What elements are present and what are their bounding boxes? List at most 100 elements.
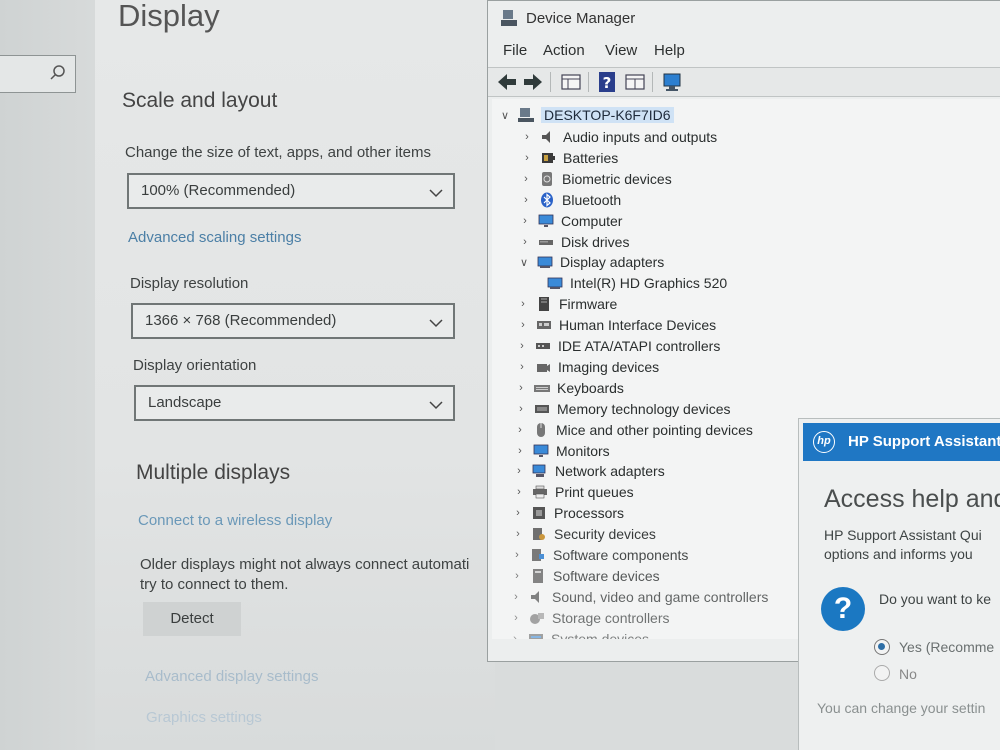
scale-dropdown[interactable]: 100% (Recommended) [127,173,455,209]
chevron-right-icon[interactable]: › [514,403,528,415]
tree-category-item[interactable]: › Audio inputs and outputs [520,127,717,147]
tree-device-item[interactable]: Intel(R) HD Graphics 520 [547,273,727,293]
tree-category-item[interactable]: › Biometric devices [519,169,672,189]
radio-yes[interactable] [874,639,890,655]
option-no-label[interactable]: No [899,666,917,682]
tree-category-item[interactable]: › Processors [511,503,624,523]
chevron-right-icon[interactable]: › [510,549,524,561]
forward-arrow-icon[interactable] [522,71,544,93]
tree-item-label: Sound, video and game controllers [552,589,769,605]
chevron-right-icon[interactable]: › [508,633,522,639]
older-displays-text: Older displays might not always connect … [140,556,470,573]
hp-heading: Access help and [824,485,1000,513]
chevron-right-icon[interactable]: › [515,340,529,352]
older-displays-text-2: try to connect to them. [140,576,289,593]
chevron-right-icon[interactable]: › [520,131,534,143]
tree-category-item[interactable]: › IDE ATA/ATAPI controllers [515,336,720,356]
chevron-right-icon[interactable]: › [510,570,524,582]
tree-category-item[interactable]: › Print queues [512,482,634,502]
tree-category-item[interactable]: › Mice and other pointing devices [513,420,753,440]
chevron-down-icon[interactable]: ∨ [517,256,531,269]
tree-category-item[interactable]: › Memory technology devices [514,399,731,419]
tree-category-item[interactable]: › System devices [508,629,649,639]
properties-grid-icon[interactable] [560,71,582,93]
bluetooth-icon [539,192,555,208]
tree-category-item[interactable]: › Software devices [510,566,659,586]
menu-help[interactable]: Help [654,42,685,59]
radio-no[interactable] [874,665,890,681]
detect-button[interactable]: Detect [143,602,241,636]
back-arrow-icon[interactable] [496,71,518,93]
tree-category-item[interactable]: › Computer [518,211,622,231]
tree-category-item[interactable]: › Keyboards [514,378,624,398]
menu-view[interactable]: View [605,42,637,59]
settings-search-input[interactable] [0,55,76,93]
chevron-right-icon[interactable]: › [516,319,530,331]
advanced-display-link[interactable]: Advanced display settings [145,668,318,685]
tree-category-item[interactable]: › Storage controllers [509,608,670,628]
multiple-displays-heading: Multiple displays [136,461,291,484]
storage-icon [529,610,545,626]
computer-icon [518,107,534,123]
tree-category-item[interactable]: › Disk drives [518,232,629,252]
title-bar[interactable]: Device Manager [488,1,1000,37]
tree-category-item[interactable]: › Batteries [520,148,618,168]
tree-category-item[interactable]: › Security devices [511,524,656,544]
controller-icon [535,338,551,354]
orientation-dropdown[interactable]: Landscape [134,385,455,421]
chevron-right-icon[interactable]: › [518,215,532,227]
chevron-right-icon[interactable]: › [515,361,529,373]
chevron-right-icon[interactable]: › [511,528,525,540]
tree-item-label: Mice and other pointing devices [556,422,753,438]
display-settings-page: Display Scale and layout Change the size… [95,0,495,750]
resolution-dropdown[interactable]: 1366 × 768 (Recommended) [131,303,455,339]
tree-category-item[interactable]: › Human Interface Devices [516,315,716,335]
tree-category-item[interactable]: › Monitors [513,441,610,461]
chevron-right-icon[interactable]: › [513,445,527,457]
chevron-right-icon[interactable]: › [512,486,526,498]
display-adapter-icon [537,254,553,270]
chevron-right-icon[interactable]: › [509,591,523,603]
menu-file[interactable]: File [503,42,527,59]
chevron-right-icon[interactable]: › [519,173,533,185]
tree-category-item[interactable]: › Sound, video and game controllers [509,587,768,607]
resolution-value: 1366 × 768 (Recommended) [145,312,337,329]
tree-category-item[interactable]: › Imaging devices [515,357,659,377]
tree-category-item[interactable]: › Firmware [516,294,617,314]
chevron-down-icon[interactable]: ∨ [498,109,512,122]
tree-item-label: Storage controllers [552,610,670,626]
chevron-right-icon[interactable]: › [514,382,528,394]
software-device-icon [530,568,546,584]
advanced-scaling-link[interactable]: Advanced scaling settings [128,229,301,246]
tree-category-item[interactable]: › Bluetooth [519,190,621,210]
chevron-right-icon[interactable]: › [518,236,532,248]
wireless-display-link[interactable]: Connect to a wireless display [138,512,332,529]
tree-category-item[interactable]: › Network adapters [512,461,665,481]
chevron-right-icon[interactable]: › [509,612,523,624]
window-title: Device Manager [526,10,636,27]
tree-category-item[interactable]: › Software components [510,545,688,565]
help-icon[interactable]: ? [596,71,618,93]
chevron-down-icon [429,185,443,202]
menu-action[interactable]: Action [543,42,585,59]
view-grid-icon[interactable] [624,71,646,93]
tree-item-label: Display adapters [560,254,665,270]
chevron-right-icon[interactable]: › [513,424,527,436]
option-yes-label[interactable]: Yes (Recomme [899,639,994,655]
tree-category-item[interactable]: ∨ Display adapters [517,252,664,272]
tree-root[interactable]: ∨ DESKTOP-K6F7ID6 [498,105,674,125]
hp-title: HP Support Assistant [848,433,1000,450]
toolbar-separator [550,72,551,92]
tree-item-label: Print queues [555,484,634,500]
tree-item-label: Memory technology devices [557,401,731,417]
chevron-right-icon[interactable]: › [519,194,533,206]
chip-icon [536,296,552,312]
chevron-right-icon[interactable]: › [512,465,526,477]
chevron-right-icon[interactable]: › [516,298,530,310]
scan-hardware-icon[interactable] [662,71,684,93]
hp-logo-icon: hp [813,431,835,453]
chevron-down-icon [429,315,443,332]
chevron-right-icon[interactable]: › [520,152,534,164]
chevron-right-icon[interactable]: › [511,507,525,519]
graphics-settings-link[interactable]: Graphics settings [146,709,262,726]
